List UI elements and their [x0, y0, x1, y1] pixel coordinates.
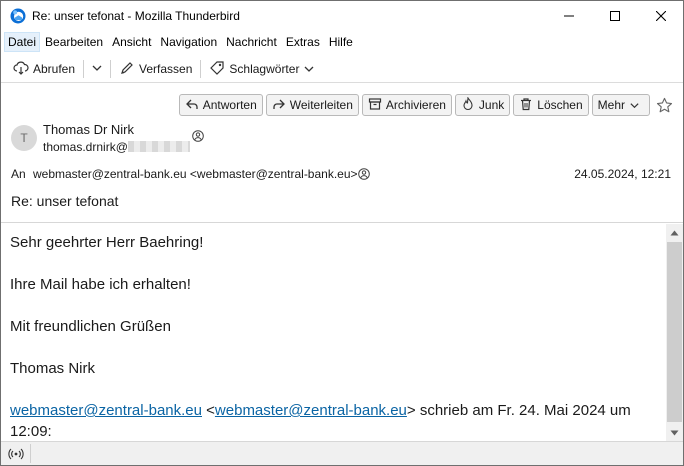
menu-navigation[interactable]: Navigation	[156, 32, 221, 52]
delete-label: Löschen	[537, 98, 583, 112]
window-title: Re: unser tefonat - Mozilla Thunderbird	[32, 9, 240, 23]
vertical-scrollbar[interactable]	[666, 224, 683, 441]
sender-avatar: T	[11, 125, 37, 151]
quote-header-text: > schrieb am Fr. 24. Mai 2024 um	[406, 402, 631, 419]
title-bar: Re: unser tefonat - Mozilla Thunderbird	[1, 1, 683, 31]
add-contact-icon[interactable]	[358, 168, 370, 183]
flame-icon	[461, 95, 479, 114]
body-line: Ihre Mail habe ich erhalten!	[10, 276, 191, 293]
sender-email[interactable]: thomas.drnirk@	[43, 140, 190, 154]
close-button[interactable]	[638, 1, 684, 31]
menu-bar: Datei Bearbeiten Ansicht Navigation Nach…	[1, 31, 683, 53]
tags-button[interactable]: Schlagwörter	[205, 58, 323, 80]
reply-button[interactable]: Antworten	[178, 94, 263, 116]
chevron-down-icon	[303, 63, 319, 75]
body-greeting: Sehr geehrter Herr Baehring!	[10, 234, 204, 251]
delete-button[interactable]: Löschen	[513, 94, 589, 116]
scrollbar-thumb[interactable]	[667, 242, 682, 422]
star-icon[interactable]	[656, 97, 673, 114]
archive-label: Archivieren	[385, 98, 446, 112]
body-closing: Mit freundlichen Grüßen	[10, 318, 171, 335]
quote-email-link[interactable]: webmaster@zentral-bank.eu	[215, 402, 407, 419]
scroll-up-arrow-icon[interactable]	[666, 224, 683, 241]
archive-box-icon	[368, 97, 386, 114]
sender-name[interactable]: Thomas Dr Nirk	[43, 122, 134, 137]
more-label: Mehr	[597, 98, 625, 112]
status-bar	[1, 441, 683, 465]
recipient-label: An	[11, 167, 26, 181]
message-subject: Re: unser tefonat	[11, 193, 119, 209]
redacted-email-domain	[127, 141, 190, 152]
get-messages-dropdown[interactable]	[88, 58, 106, 80]
junk-button[interactable]: Junk	[454, 94, 511, 116]
toolbar-separator	[110, 60, 112, 78]
thunderbird-window: Re: unser tefonat - Mozilla Thunderbird …	[0, 0, 684, 466]
chevron-down-icon	[629, 100, 644, 111]
forward-button[interactable]: Weiterleiten	[265, 94, 359, 116]
reply-arrow-icon	[185, 97, 203, 114]
menu-bearbeiten[interactable]: Bearbeiten	[41, 32, 107, 52]
menu-nachricht[interactable]: Nachricht	[222, 32, 281, 52]
maximize-button[interactable]	[592, 1, 638, 31]
forward-label: Weiterleiten	[289, 98, 353, 112]
scroll-down-arrow-icon[interactable]	[666, 424, 683, 441]
status-separator	[30, 444, 31, 463]
menu-ansicht[interactable]: Ansicht	[108, 32, 155, 52]
message-action-buttons: Antworten Weiterleiten Archivieren Junk …	[176, 94, 673, 116]
menu-datei[interactable]: Datei	[4, 32, 41, 52]
archive-button[interactable]: Archivieren	[361, 94, 452, 116]
reply-label: Antworten	[202, 98, 257, 112]
forward-arrow-icon	[272, 97, 290, 114]
recipient-value[interactable]: webmaster@zentral-bank.eu <webmaster@zen…	[33, 167, 358, 181]
menu-extras[interactable]: Extras	[282, 32, 324, 52]
quote-email-link[interactable]: webmaster@zentral-bank.eu	[10, 402, 202, 419]
more-button[interactable]: Mehr	[591, 94, 650, 116]
quote-open-bracket: <	[201, 402, 215, 419]
tag-icon	[209, 60, 229, 79]
message-body: Sehr geehrter Herr Baehring! Ihre Mail h…	[1, 224, 666, 441]
online-status-icon[interactable]	[8, 447, 24, 464]
get-messages-button[interactable]: Abrufen	[9, 58, 79, 80]
write-button[interactable]: Verfassen	[115, 58, 196, 80]
quote-header: webmaster@zentral-bank.eu <webmaster@zen…	[10, 402, 631, 419]
toolbar-separator	[83, 60, 85, 78]
tags-label: Schlagwörter	[229, 62, 300, 76]
minimize-button[interactable]	[546, 1, 592, 31]
menu-hilfe[interactable]: Hilfe	[325, 32, 357, 52]
write-label: Verfassen	[139, 62, 193, 76]
sender-email-visible: thomas.drnirk@	[43, 140, 128, 154]
thunderbird-app-icon	[10, 8, 26, 24]
add-contact-icon[interactable]	[192, 130, 204, 145]
pencil-icon	[119, 60, 139, 79]
junk-label: Junk	[478, 98, 505, 112]
trash-icon	[519, 97, 537, 114]
message-date: 24.05.2024, 12:21	[574, 167, 671, 181]
cloud-download-icon	[13, 60, 33, 79]
chevron-down-icon	[91, 62, 103, 77]
body-signature: Thomas Nirk	[10, 360, 96, 377]
quote-time: 12:09:	[10, 423, 52, 440]
main-toolbar: Abrufen Verfassen Schlagwörter	[1, 56, 683, 83]
get-messages-label: Abrufen	[33, 62, 76, 76]
toolbar-separator	[200, 60, 202, 78]
